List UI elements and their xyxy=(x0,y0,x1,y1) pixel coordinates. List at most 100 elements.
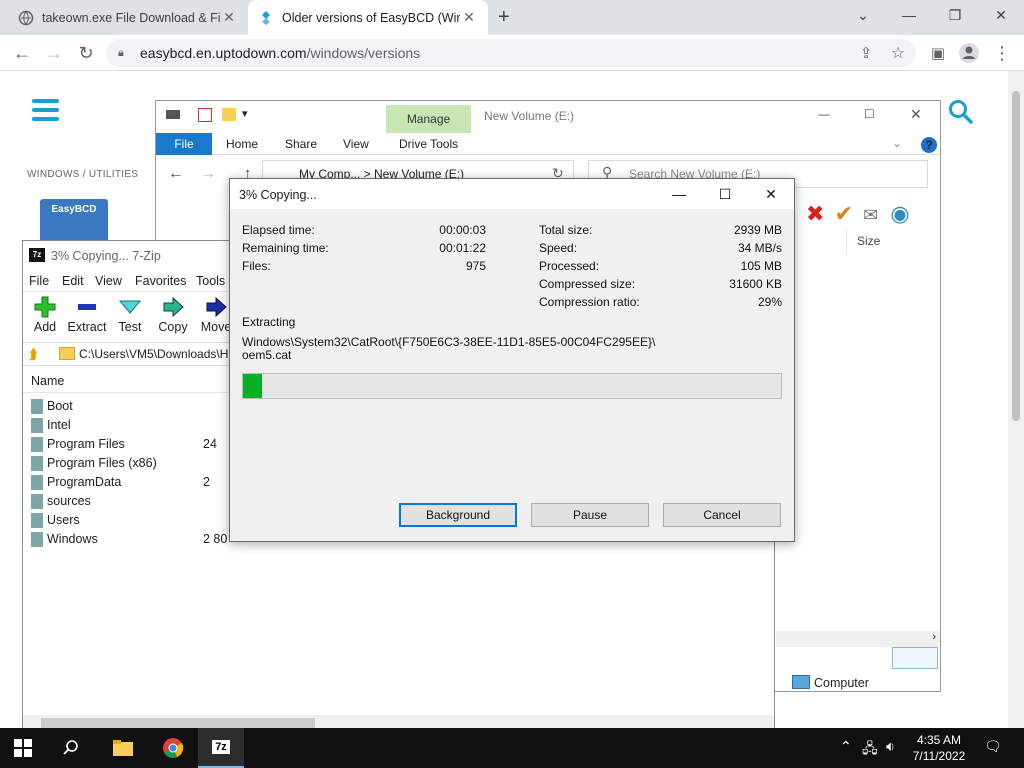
view-toggle-buttons[interactable] xyxy=(892,647,938,669)
volume-icon[interactable]: 🔉︎ xyxy=(886,738,895,755)
delete-x-icon[interactable]: ✖ xyxy=(806,201,824,226)
help-icon[interactable]: ? xyxy=(921,137,937,153)
files-label: Files: xyxy=(242,259,271,273)
explorer-horizontal-scrollbar[interactable]: › xyxy=(776,631,940,647)
copy-label: Copy xyxy=(158,320,188,334)
cancel-button[interactable]: Cancel xyxy=(663,503,781,527)
remaining-value: 00:01:22 xyxy=(439,241,486,255)
minimize-button[interactable]: — xyxy=(656,179,702,209)
tab-easybcd-versions[interactable]: Older versions of EasyBCD (Windo ✕ xyxy=(248,0,488,35)
maximize-button[interactable]: ☐ xyxy=(702,179,748,209)
breadcrumb[interactable]: WINDOWS / UTILITIES xyxy=(27,169,138,180)
address-bar[interactable]: 🔒︎ easybcd.en.uptodown.com/windows/versi… xyxy=(106,39,916,67)
test-button[interactable]: Test xyxy=(108,296,152,334)
operation-status: Extracting xyxy=(242,315,296,329)
folder-icon xyxy=(31,418,43,433)
close-tab-icon[interactable]: ✕ xyxy=(460,9,478,26)
7zip-taskbar-icon[interactable]: 7z xyxy=(198,728,244,768)
menu-file[interactable]: File xyxy=(29,274,49,288)
checkmark-icon[interactable]: ✔ xyxy=(835,201,853,226)
background-button[interactable]: Background xyxy=(399,503,517,527)
close-tab-icon[interactable]: ✕ xyxy=(220,9,238,26)
close-button[interactable]: ✕ xyxy=(910,106,922,123)
list-item[interactable]: Intel xyxy=(23,416,233,435)
name-column-header[interactable]: Name xyxy=(23,369,233,393)
folder-up-icon[interactable]: ⮭ xyxy=(29,346,37,363)
taskbar-search-icon[interactable] xyxy=(48,728,94,768)
menu-favorites[interactable]: Favorites xyxy=(135,274,186,288)
minimize-button[interactable]: — xyxy=(886,0,932,30)
7zip-path-bar[interactable]: ⮭ C:\Users\VM5\Downloads\H xyxy=(23,342,233,366)
minimize-button[interactable]: — xyxy=(818,107,830,121)
menu-tools[interactable]: Tools xyxy=(196,274,225,288)
windows-logo-icon xyxy=(14,739,32,757)
menu-edit[interactable]: Edit xyxy=(62,274,84,288)
ribbon-home-tab[interactable]: Home xyxy=(226,137,258,151)
taskbar-clock[interactable]: 4:35 AM 7/11/2022 xyxy=(906,732,972,764)
ribbon-share-tab[interactable]: Share xyxy=(285,137,317,151)
scroll-right-icon[interactable]: › xyxy=(932,631,936,643)
list-item[interactable]: Boot xyxy=(23,397,233,416)
list-item[interactable]: Program Files (x86) xyxy=(23,454,233,473)
start-button[interactable] xyxy=(0,728,46,768)
maximize-button[interactable]: ☐ xyxy=(864,107,875,121)
add-icon xyxy=(23,296,67,320)
list-item[interactable]: Windows 2 80 xyxy=(23,530,233,549)
pause-button[interactable]: Pause xyxy=(531,503,649,527)
profile-avatar[interactable] xyxy=(955,39,983,67)
notifications-icon[interactable]: 🗨︎ xyxy=(984,738,1002,755)
restore-button[interactable]: ❐ xyxy=(932,0,978,30)
size-column-header[interactable]: Size xyxy=(846,229,936,255)
progress-fill xyxy=(243,374,262,398)
network-icon[interactable]: 🖧︎ xyxy=(862,738,878,762)
new-folder-icon[interactable] xyxy=(222,108,236,121)
tab-takeown[interactable]: takeown.exe File Download & Fi ✕ xyxy=(8,0,248,35)
share-icon[interactable]: ⇪ xyxy=(852,39,880,67)
search-icon[interactable] xyxy=(948,99,974,132)
ribbon-file-tab[interactable]: File xyxy=(156,133,212,155)
ribbon-view-tab[interactable]: View xyxy=(343,137,369,151)
reload-button[interactable]: ↻ xyxy=(72,39,100,67)
tray-chevron-up-icon[interactable]: ⌃ xyxy=(840,738,852,755)
add-button[interactable]: Add xyxy=(23,296,67,334)
list-item[interactable]: Users xyxy=(23,511,233,530)
elapsed-label: Elapsed time: xyxy=(242,223,315,237)
side-panel-icon[interactable]: ▣ xyxy=(924,39,952,67)
hamburger-menu-icon[interactable] xyxy=(32,99,59,126)
extract-icon xyxy=(65,296,109,320)
customize-chevron-icon[interactable]: ▾ xyxy=(242,107,248,120)
forward-button[interactable]: → xyxy=(40,39,68,67)
globe-shell-icon[interactable]: ◉ xyxy=(890,201,909,226)
menu-kebab-icon[interactable]: ⋮ xyxy=(988,39,1016,67)
file-explorer-taskbar-icon[interactable] xyxy=(100,728,146,768)
forward-arrow-icon[interactable]: → xyxy=(200,165,216,183)
compressed-size-value: 31600 KB xyxy=(729,277,782,291)
back-arrow-icon[interactable]: ← xyxy=(168,165,184,183)
menu-view[interactable]: View xyxy=(95,274,122,288)
uptodown-icon xyxy=(258,10,274,26)
envelope-icon[interactable]: ✉ xyxy=(863,205,878,225)
chrome-taskbar-icon[interactable] xyxy=(150,728,196,768)
copy-button[interactable]: Copy xyxy=(151,296,195,334)
back-button[interactable]: ← xyxy=(8,39,36,67)
extract-button[interactable]: Extract xyxy=(65,296,109,334)
current-file-name: oem5.cat xyxy=(242,348,292,362)
explorer-status-item[interactable]: Computer xyxy=(776,673,940,693)
manage-tab[interactable]: Manage xyxy=(386,105,471,133)
list-item[interactable]: sources xyxy=(23,492,233,511)
ribbon-expand-chevron-icon[interactable]: ⌄ xyxy=(892,136,902,150)
close-window-button[interactable]: ✕ xyxy=(978,0,1024,30)
list-item[interactable]: Program Files 24 xyxy=(23,435,233,454)
bookmark-star-icon[interactable]: ☆ xyxy=(884,39,912,67)
folder-icon xyxy=(31,399,43,414)
drive-icon xyxy=(166,110,180,119)
chevron-down-icon[interactable]: ⌄ xyxy=(840,0,886,30)
copy-progress-bar xyxy=(242,373,782,399)
new-tab-button[interactable]: + xyxy=(498,6,510,29)
clock-time: 4:35 AM xyxy=(916,733,962,747)
ribbon-drive-tools-tab[interactable]: Drive Tools xyxy=(399,137,458,151)
properties-icon[interactable] xyxy=(198,108,212,122)
close-button[interactable]: ✕ xyxy=(748,179,794,209)
list-item[interactable]: ProgramData 2 xyxy=(23,473,233,492)
page-scrollbar[interactable] xyxy=(1008,71,1024,728)
